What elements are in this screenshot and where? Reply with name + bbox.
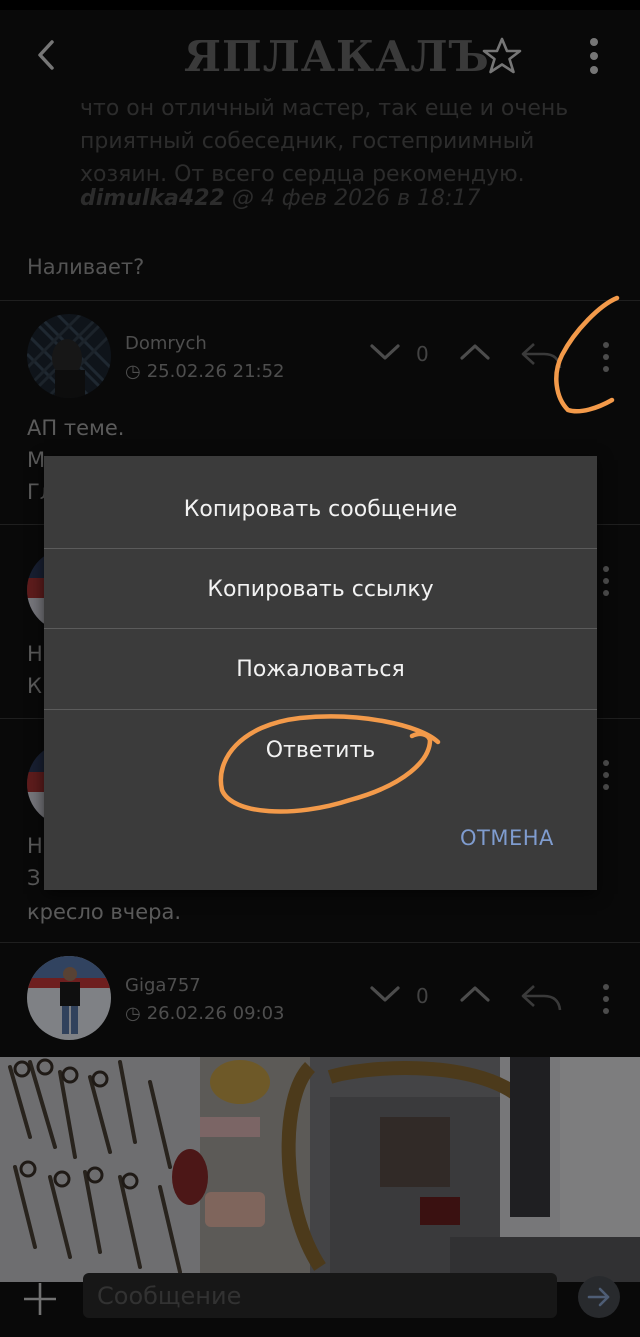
menu-item-report[interactable]: Пожаловаться (44, 629, 597, 709)
cancel-button[interactable]: ОТМЕНА (460, 826, 554, 850)
context-menu-dialog: Копировать сообщение Копировать ссылку П… (44, 456, 597, 890)
menu-item-copy-link[interactable]: Копировать ссылку (44, 549, 597, 629)
menu-item-reply[interactable]: Ответить (44, 710, 597, 790)
menu-item-copy-message[interactable]: Копировать сообщение (44, 469, 597, 549)
